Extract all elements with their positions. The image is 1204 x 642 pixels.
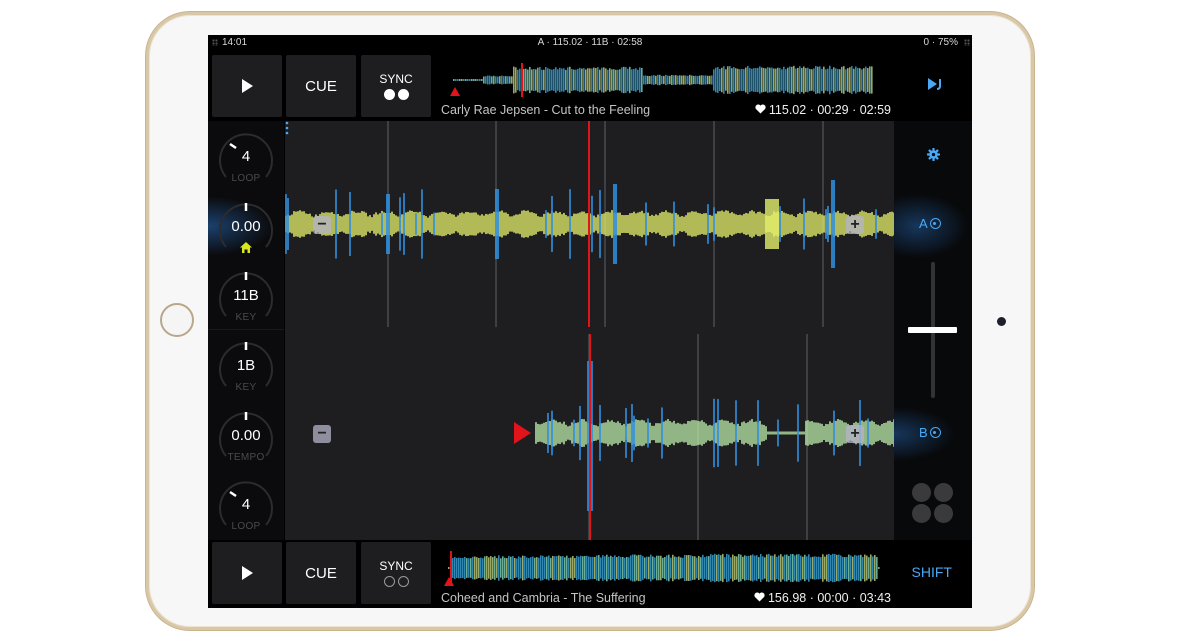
knob-value: 0.00 [231, 218, 261, 235]
sync-label: SYNC [379, 72, 413, 86]
deck-a-sync-button[interactable]: SYNC [361, 55, 431, 117]
cue-point-icon [514, 422, 531, 444]
knob-column: 4 LOOP 0.00 11B KEY 1B KEY 0.00 TEMPO 4 … [208, 121, 284, 540]
sync-deck-icon[interactable] [926, 76, 944, 92]
deck-a-key-knob[interactable]: 11B KEY [216, 266, 276, 330]
mixer-column: A B [894, 121, 972, 540]
home-button[interactable] [160, 303, 194, 337]
sync-label: SYNC [379, 559, 413, 573]
app-screen: 14:01 A · 115.02 · 11B · 02:58 0 · 75% C… [208, 35, 972, 608]
bpm-heart-icon [754, 592, 765, 602]
knob-label: LOOP [231, 521, 261, 532]
deck-b-track-info: 156.98 · 00:00 · 03:43 [754, 591, 891, 605]
grip-icon [964, 39, 970, 46]
deck-b-overview-waveform[interactable] [444, 551, 880, 586]
sync-dot-icon [397, 576, 409, 587]
pads-icon [912, 483, 931, 502]
deck-a-track-info: 115.02 · 00:29 · 02:59 [755, 103, 891, 117]
deck-a-bar: CUE SYNC Carly Rae Jepsen - Cut to the F… [208, 53, 972, 121]
deck-menu-icon[interactable] [285, 121, 289, 135]
pads-icon [934, 504, 953, 523]
transient [386, 194, 390, 254]
transient [831, 180, 835, 268]
knob-label: KEY [235, 312, 257, 323]
knob-value: 1B [236, 357, 256, 374]
deck-a-play-button[interactable] [212, 55, 282, 117]
deck-a-track-title: Carly Rae Jepsen - Cut to the Feeling [441, 103, 651, 117]
cue-marker-icon [444, 577, 454, 586]
play-icon [241, 566, 253, 580]
pads-button[interactable] [912, 483, 956, 525]
master-deck-info: A · 115.02 · 11B · 02:58 [537, 37, 643, 48]
scrolling-waveforms [285, 121, 894, 540]
sync-dot-icon [397, 89, 409, 100]
knob-label: KEY [235, 382, 257, 393]
overview-playhead [521, 63, 524, 97]
deck-a-info-text: 115.02 · 00:29 · 02:59 [768, 103, 891, 117]
deck-b-cue-button[interactable]: CUE [286, 542, 356, 604]
deck-b-bar: CUE SYNC Coheed and Cambria - The Suffer… [208, 540, 972, 608]
transient [765, 199, 779, 249]
knob-label: LOOP [231, 173, 261, 184]
knob-label: TEMPO [227, 452, 265, 463]
deck-b-play-button[interactable] [212, 542, 282, 604]
waveform-area[interactable]: − + − + [285, 121, 894, 540]
knob-value: 4 [241, 148, 251, 165]
deck-b-assign-button[interactable]: B [919, 425, 941, 440]
pads-icon [934, 483, 953, 502]
deck-a-tempo-knob[interactable]: 0.00 [216, 197, 276, 261]
deck-a-cue-button[interactable]: CUE [286, 55, 356, 117]
knob-value: 4 [241, 496, 251, 513]
deck-b-zoom-out-button[interactable]: − [313, 425, 331, 443]
shift-button[interactable]: SHIFT [912, 564, 952, 580]
sync-dot-icon [383, 89, 395, 100]
overview-wave [448, 553, 880, 583]
deck-a-label: A [919, 216, 928, 231]
crossfader-handle[interactable] [908, 327, 957, 333]
deck-b-tempo-knob[interactable]: 0.00 TEMPO [216, 406, 276, 470]
deck-a-zoom-out-button[interactable]: − [313, 216, 331, 234]
deck-b-sync-button[interactable]: SYNC [361, 542, 431, 604]
sync-indicator [383, 576, 409, 587]
front-camera [997, 317, 1006, 326]
deck-b-label: B [919, 425, 928, 440]
pads-icon [912, 504, 931, 523]
overview-wave [453, 65, 873, 95]
transient [495, 189, 499, 259]
sync-dot-icon [383, 576, 395, 587]
battery-status: 0 · 75% [923, 37, 958, 48]
deck-a-assign-button[interactable]: A [919, 216, 941, 231]
play-icon [241, 79, 253, 93]
deck-b-track-title: Coheed and Cambria - The Suffering [441, 591, 646, 605]
cue-marker-icon [450, 87, 460, 96]
knob-value: 0.00 [231, 427, 261, 444]
target-icon [929, 427, 941, 438]
deck-a-zoom-in-button[interactable]: + [846, 216, 864, 234]
knob-value: 11B [233, 287, 259, 304]
deck-b-zoom-in-button[interactable]: + [846, 425, 864, 443]
sync-indicator [383, 89, 409, 100]
transient [613, 184, 617, 264]
deck-b-loop-knob[interactable]: 4 LOOP [216, 475, 276, 539]
deck-a-loop-knob[interactable]: 4 LOOP [216, 127, 276, 191]
deck-b-info-text: 156.98 · 00:00 · 03:43 [767, 591, 891, 605]
status-bar: 14:01 A · 115.02 · 11B · 02:58 0 · 75% [208, 35, 972, 51]
gear-icon[interactable] [927, 148, 940, 161]
bpm-heart-icon [755, 104, 766, 114]
home-icon [240, 242, 252, 253]
deck-b-key-knob[interactable]: 1B KEY [216, 336, 276, 400]
target-icon [929, 218, 941, 229]
deck-a-overview-waveform[interactable] [450, 63, 873, 97]
